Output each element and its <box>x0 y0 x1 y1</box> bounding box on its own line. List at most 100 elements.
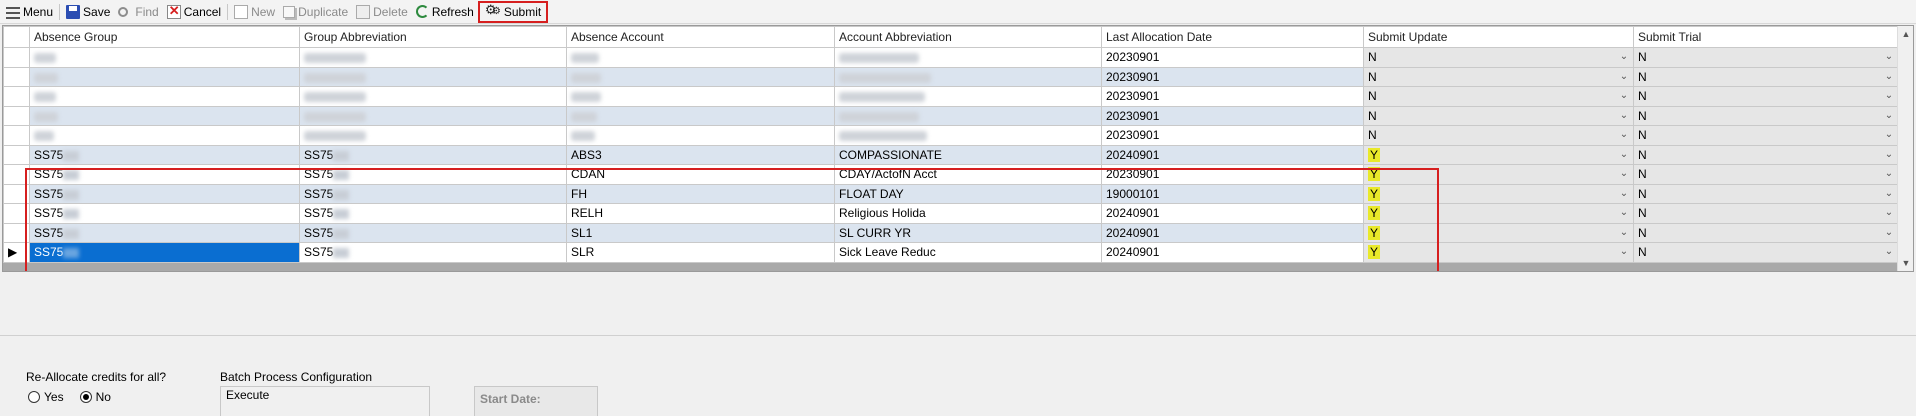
chevron-down-icon[interactable]: ⌄ <box>1618 245 1630 259</box>
find-button[interactable]: Find <box>114 2 162 22</box>
column-header[interactable]: Group Abbreviation <box>299 26 567 48</box>
account-abbreviation-cell[interactable]: CDAY/ActofN Acct <box>834 164 1102 185</box>
group-abbreviation-cell[interactable]: SS75 <box>299 183 567 204</box>
absence-group-cell[interactable]: SS75 <box>29 222 300 243</box>
last-allocation-date-cell[interactable]: 20230901 <box>1101 125 1364 146</box>
last-allocation-date-cell[interactable]: 20240901 <box>1101 242 1364 263</box>
absence-group-cell[interactable] <box>29 47 300 68</box>
submit-trial-dropdown[interactable]: N ⌄ <box>1633 183 1899 204</box>
absence-account-cell[interactable] <box>566 66 835 87</box>
submit-trial-dropdown[interactable]: N ⌄ <box>1633 144 1899 165</box>
chevron-down-icon[interactable]: ⌄ <box>1618 206 1630 220</box>
submit-update-dropdown[interactable]: Y ⌄ <box>1363 222 1634 243</box>
refresh-button[interactable]: Refresh <box>412 2 478 22</box>
reallocate-yes-radio[interactable] <box>28 391 40 403</box>
delete-button[interactable]: Delete <box>352 2 412 22</box>
column-header[interactable]: Absence Group <box>29 26 300 48</box>
table-row[interactable]: 20230901 N ⌄ N ⌄ <box>3 86 1899 107</box>
account-abbreviation-cell[interactable]: FLOAT DAY <box>834 183 1102 204</box>
last-allocation-date-cell[interactable]: 20230901 <box>1101 164 1364 185</box>
submit-trial-dropdown[interactable]: N ⌄ <box>1633 105 1899 126</box>
absence-group-cell[interactable]: SS75 <box>29 144 300 165</box>
row-header[interactable]: ▶ <box>3 242 30 263</box>
row-header[interactable] <box>3 164 30 185</box>
table-row[interactable]: 20230901 N ⌄ N ⌄ <box>3 66 1899 87</box>
last-allocation-date-cell[interactable]: 20230901 <box>1101 47 1364 68</box>
chevron-down-icon[interactable]: ⌄ <box>1883 187 1895 201</box>
submit-update-dropdown[interactable]: Y ⌄ <box>1363 144 1634 165</box>
absence-account-cell[interactable]: RELH <box>566 203 835 224</box>
scroll-down-icon[interactable]: ▼ <box>1898 255 1913 271</box>
table-row[interactable]: 20230901 N ⌄ N ⌄ <box>3 105 1899 126</box>
chevron-down-icon[interactable]: ⌄ <box>1618 128 1630 142</box>
table-row[interactable]: 20230901 N ⌄ N ⌄ <box>3 125 1899 146</box>
absence-account-cell[interactable]: SL1 <box>566 222 835 243</box>
menu-button[interactable]: Menu <box>2 2 57 22</box>
last-allocation-date-cell[interactable]: 19000101 <box>1101 183 1364 204</box>
submit-trial-dropdown[interactable]: N ⌄ <box>1633 86 1899 107</box>
account-abbreviation-cell[interactable] <box>834 47 1102 68</box>
submit-trial-dropdown[interactable]: N ⌄ <box>1633 222 1899 243</box>
absence-group-cell[interactable] <box>29 86 300 107</box>
last-allocation-date-cell[interactable]: 20230901 <box>1101 105 1364 126</box>
submit-update-dropdown[interactable]: Y ⌄ <box>1363 203 1634 224</box>
absence-group-cell[interactable]: SS75 <box>29 183 300 204</box>
submit-trial-dropdown[interactable]: N ⌄ <box>1633 125 1899 146</box>
column-header[interactable]: Last Allocation Date <box>1101 26 1364 48</box>
group-abbreviation-cell[interactable] <box>299 86 567 107</box>
submit-button[interactable]: Submit <box>477 0 549 23</box>
last-allocation-date-cell[interactable]: 20230901 <box>1101 86 1364 107</box>
duplicate-button[interactable]: Duplicate <box>279 2 352 22</box>
submit-update-dropdown[interactable]: Y ⌄ <box>1363 164 1634 185</box>
chevron-down-icon[interactable]: ⌄ <box>1883 206 1895 220</box>
absence-account-cell[interactable]: FH <box>566 183 835 204</box>
chevron-down-icon[interactable]: ⌄ <box>1883 167 1895 181</box>
row-header[interactable] <box>3 203 30 224</box>
absence-account-cell[interactable]: SLR <box>566 242 835 263</box>
account-abbreviation-cell[interactable] <box>834 86 1102 107</box>
group-abbreviation-cell[interactable] <box>299 47 567 68</box>
chevron-down-icon[interactable]: ⌄ <box>1883 109 1895 123</box>
submit-trial-dropdown[interactable]: N ⌄ <box>1633 203 1899 224</box>
group-abbreviation-cell[interactable]: SS75 <box>299 144 567 165</box>
submit-update-dropdown[interactable]: N ⌄ <box>1363 47 1634 68</box>
absence-account-cell[interactable] <box>566 125 835 146</box>
chevron-down-icon[interactable]: ⌄ <box>1618 167 1630 181</box>
chevron-down-icon[interactable]: ⌄ <box>1883 226 1895 240</box>
table-row[interactable]: ▶ SS75 SS75 SLR Sick Leave Reduc 2024090… <box>3 242 1899 263</box>
absence-group-cell[interactable] <box>29 105 300 126</box>
row-header[interactable] <box>3 105 30 126</box>
account-abbreviation-cell[interactable] <box>834 125 1102 146</box>
group-abbreviation-cell[interactable]: SS75 <box>299 242 567 263</box>
submit-update-dropdown[interactable]: Y ⌄ <box>1363 183 1634 204</box>
table-row[interactable]: 20230901 N ⌄ N ⌄ <box>3 47 1899 68</box>
scroll-up-icon[interactable]: ▲ <box>1898 26 1913 42</box>
column-header[interactable]: Submit Trial <box>1633 26 1899 48</box>
group-abbreviation-cell[interactable] <box>299 105 567 126</box>
submit-update-dropdown[interactable]: N ⌄ <box>1363 125 1634 146</box>
absence-account-cell[interactable]: ABS3 <box>566 144 835 165</box>
chevron-down-icon[interactable]: ⌄ <box>1618 187 1630 201</box>
vertical-scrollbar[interactable]: ▲ ▼ <box>1897 26 1913 271</box>
account-abbreviation-cell[interactable] <box>834 66 1102 87</box>
submit-trial-dropdown[interactable]: N ⌄ <box>1633 164 1899 185</box>
table-row[interactable]: SS75 SS75 ABS3 COMPASSIONATE 20240901 Y ⌄… <box>3 144 1899 165</box>
account-abbreviation-cell[interactable]: COMPASSIONATE <box>834 144 1102 165</box>
group-abbreviation-cell[interactable] <box>299 125 567 146</box>
row-header[interactable] <box>3 183 30 204</box>
group-abbreviation-cell[interactable]: SS75 <box>299 222 567 243</box>
row-header[interactable] <box>3 222 30 243</box>
chevron-down-icon[interactable]: ⌄ <box>1618 109 1630 123</box>
table-row[interactable]: SS75 SS75 CDAN CDAY/ActofN Acct 20230901… <box>3 164 1899 185</box>
column-header[interactable]: Account Abbreviation <box>834 26 1102 48</box>
table-row[interactable]: SS75 SS75 RELH Religious Holida 20240901… <box>3 203 1899 224</box>
group-abbreviation-cell[interactable] <box>299 66 567 87</box>
chevron-down-icon[interactable]: ⌄ <box>1883 148 1895 162</box>
absence-account-cell[interactable] <box>566 105 835 126</box>
last-allocation-date-cell[interactable]: 20230901 <box>1101 66 1364 87</box>
account-abbreviation-cell[interactable]: Religious Holida <box>834 203 1102 224</box>
absence-group-cell[interactable]: SS75 <box>29 203 300 224</box>
chevron-down-icon[interactable]: ⌄ <box>1618 226 1630 240</box>
column-header[interactable]: Absence Account <box>566 26 835 48</box>
row-header[interactable] <box>3 125 30 146</box>
